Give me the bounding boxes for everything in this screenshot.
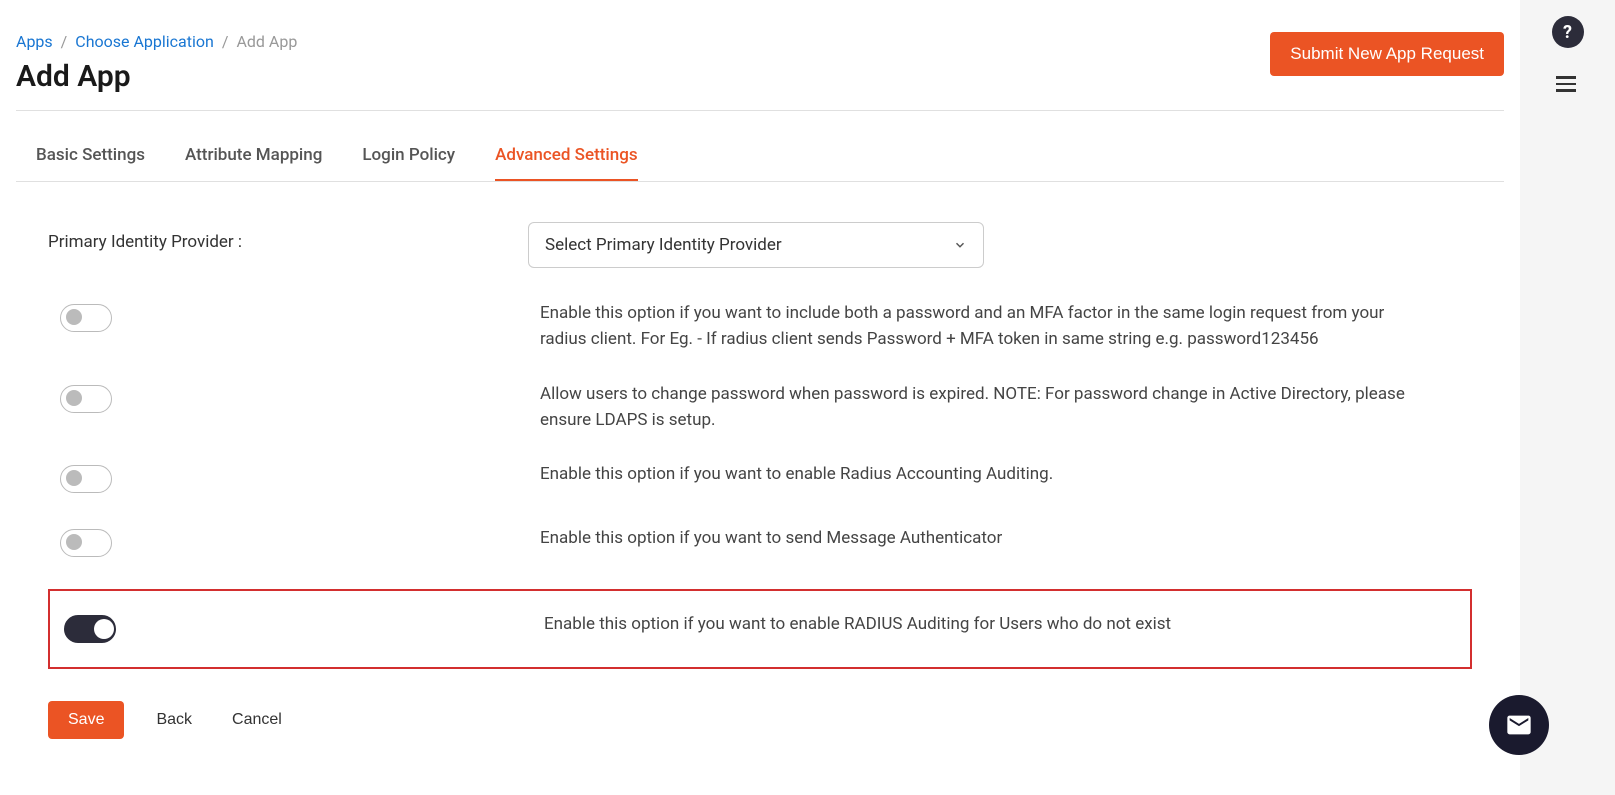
toggle-container: [64, 611, 544, 647]
toggle-row-radius-audit-nonexistent: Enable this option if you want to enable…: [64, 611, 1462, 647]
breadcrumb-current: Add App: [236, 32, 297, 51]
toggle-desc-password-change: Allow users to change password when pass…: [540, 381, 1472, 434]
breadcrumb-apps[interactable]: Apps: [16, 32, 53, 51]
toggle-row-message-auth: Enable this option if you want to send M…: [48, 525, 1472, 561]
toggle-password-change[interactable]: [60, 385, 112, 413]
right-sidebar: ?: [1520, 0, 1615, 795]
help-icon[interactable]: ?: [1552, 16, 1584, 48]
primary-idp-label: Primary Identity Provider :: [48, 222, 528, 252]
primary-idp-select-value: Select Primary Identity Provider: [545, 235, 782, 255]
hamburger-menu-icon[interactable]: [1556, 72, 1580, 96]
tab-advanced-settings[interactable]: Advanced Settings: [495, 131, 637, 181]
toggle-password-mfa[interactable]: [60, 304, 112, 332]
toggle-message-auth[interactable]: [60, 529, 112, 557]
tab-attribute-mapping[interactable]: Attribute Mapping: [185, 131, 322, 181]
submit-new-app-button[interactable]: Submit New App Request: [1270, 32, 1504, 76]
toggle-desc-message-auth: Enable this option if you want to send M…: [540, 525, 1472, 551]
toggle-desc-password-mfa: Enable this option if you want to includ…: [540, 300, 1472, 353]
highlighted-toggle-row: Enable this option if you want to enable…: [48, 589, 1472, 669]
mail-icon: [1505, 711, 1533, 739]
toggle-row-accounting-audit: Enable this option if you want to enable…: [48, 461, 1472, 497]
action-buttons: Save Back Cancel: [16, 701, 1504, 739]
header-row: Apps / Choose Application / Add App Add …: [16, 32, 1504, 94]
breadcrumb-sep: /: [61, 32, 68, 51]
toggle-knob: [94, 619, 114, 639]
back-button[interactable]: Back: [148, 701, 200, 739]
primary-idp-row: Primary Identity Provider : Select Prima…: [48, 222, 1472, 268]
toggle-accounting-audit[interactable]: [60, 465, 112, 493]
page-title: Add App: [16, 59, 297, 94]
toggle-container: [60, 525, 540, 561]
toggle-desc-accounting-audit: Enable this option if you want to enable…: [540, 461, 1472, 487]
toggle-knob: [66, 309, 82, 325]
primary-idp-select-wrapper: Select Primary Identity Provider: [528, 222, 984, 268]
toggle-row-password-mfa: Enable this option if you want to includ…: [48, 300, 1472, 353]
tabs: Basic Settings Attribute Mapping Login P…: [16, 131, 1504, 182]
header-divider: [16, 110, 1504, 111]
toggle-radius-audit-nonexistent[interactable]: [64, 615, 116, 643]
toggle-knob: [66, 534, 82, 550]
toggle-knob: [66, 470, 82, 486]
advanced-settings-form: Primary Identity Provider : Select Prima…: [16, 222, 1504, 669]
toggle-container: [60, 300, 540, 336]
toggle-container: [60, 461, 540, 497]
save-button[interactable]: Save: [48, 701, 124, 739]
main-content: Apps / Choose Application / Add App Add …: [0, 0, 1520, 795]
breadcrumb-sep: /: [222, 32, 229, 51]
breadcrumb: Apps / Choose Application / Add App: [16, 32, 297, 51]
cancel-button[interactable]: Cancel: [224, 701, 290, 739]
toggle-desc-radius-audit-nonexistent: Enable this option if you want to enable…: [544, 611, 1462, 637]
chat-fab[interactable]: [1489, 695, 1549, 755]
breadcrumb-choose-application[interactable]: Choose Application: [75, 32, 214, 51]
toggle-container: [60, 381, 540, 417]
tab-basic-settings[interactable]: Basic Settings: [36, 131, 145, 181]
toggle-knob: [66, 390, 82, 406]
tab-login-policy[interactable]: Login Policy: [362, 131, 455, 181]
chevron-down-icon: [953, 238, 967, 252]
primary-idp-select[interactable]: Select Primary Identity Provider: [528, 222, 984, 268]
toggle-row-password-change: Allow users to change password when pass…: [48, 381, 1472, 434]
